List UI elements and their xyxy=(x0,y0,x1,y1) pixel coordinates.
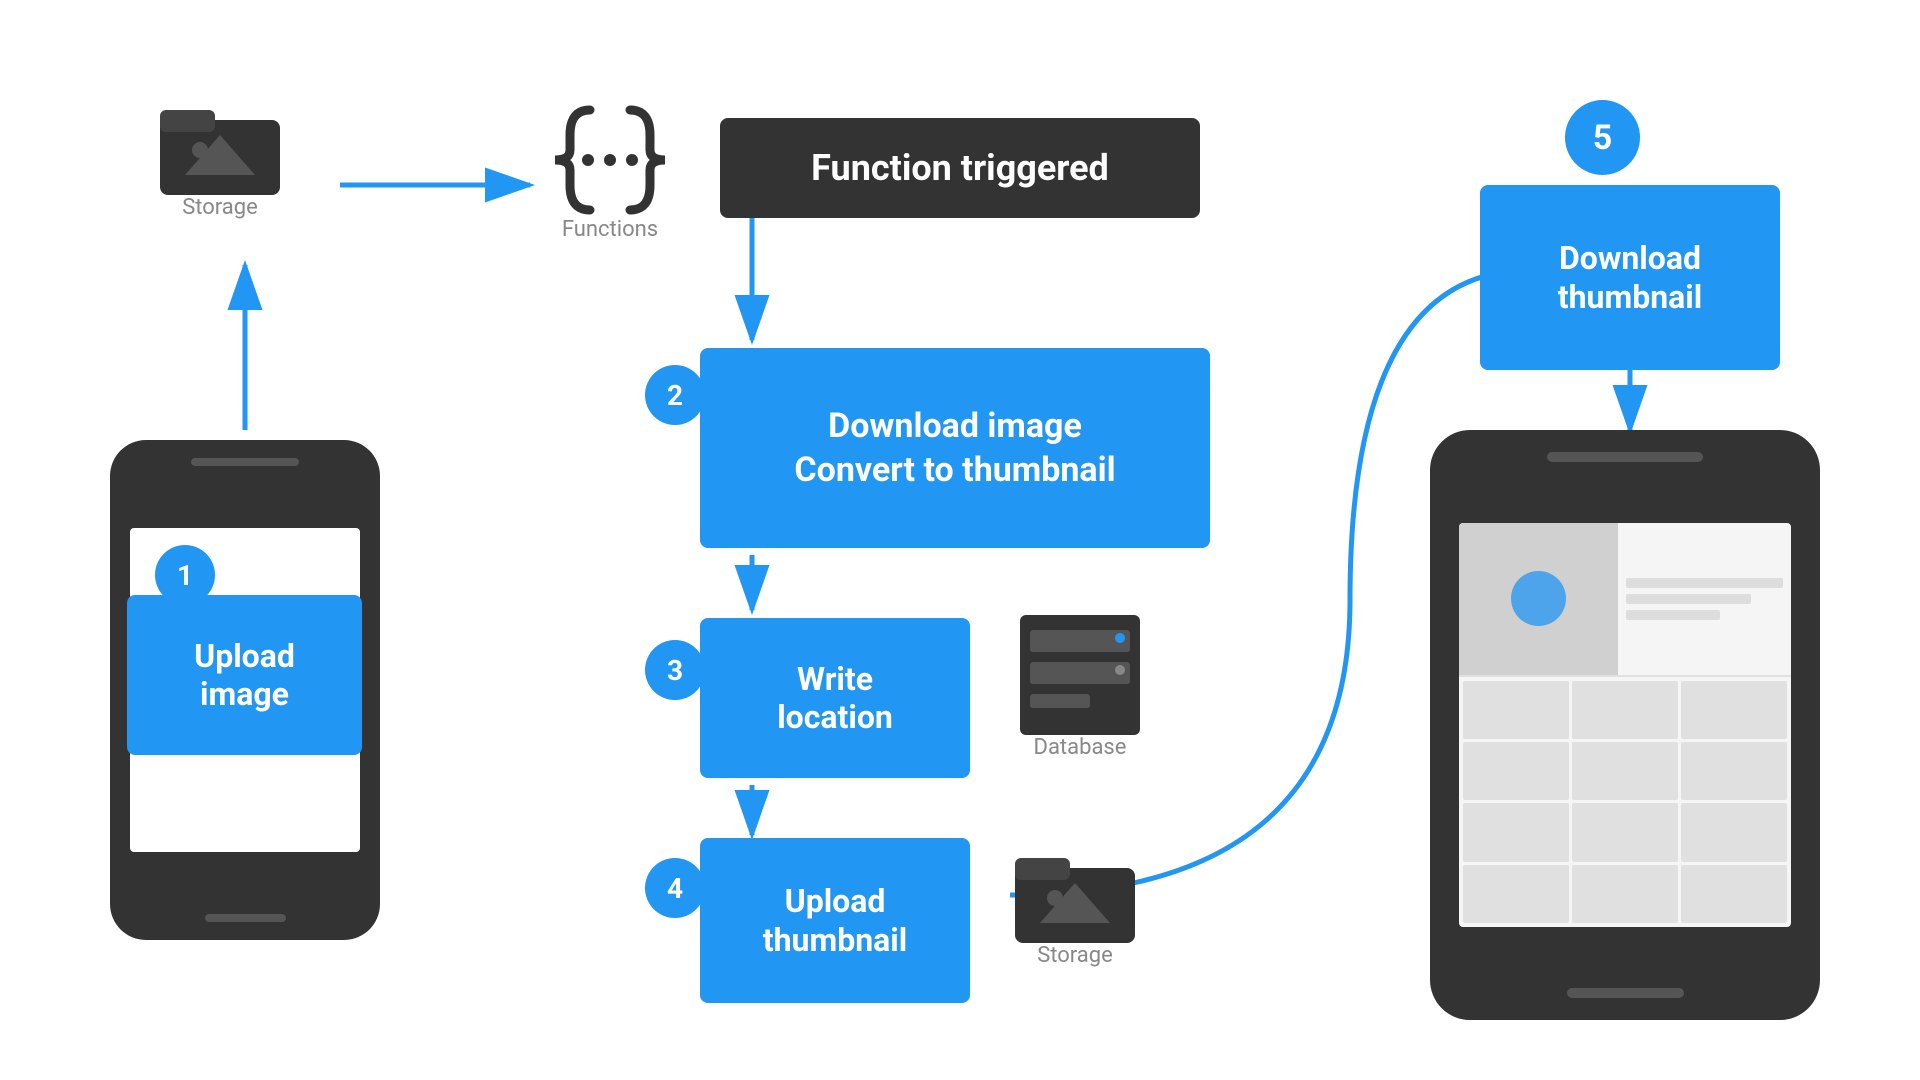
grid-cell xyxy=(1572,742,1678,800)
screen-top-row xyxy=(1459,523,1791,677)
grid-cell xyxy=(1463,681,1569,739)
circle-1: 1 xyxy=(155,545,215,605)
storage-label-bottom: Storage xyxy=(1037,943,1113,968)
text-line-1 xyxy=(1626,578,1782,588)
grid-row-3 xyxy=(1463,803,1787,861)
circle-5: 5 xyxy=(1565,100,1640,175)
grid-row-1 xyxy=(1463,681,1787,739)
storage-label-left: Storage xyxy=(182,195,258,220)
screen-circle xyxy=(1511,571,1566,626)
step2-box: Download image Convert to thumbnail xyxy=(700,348,1210,548)
grid-row-4 xyxy=(1463,865,1787,923)
grid-row-2 xyxy=(1463,742,1787,800)
right-phone-notch-top xyxy=(1547,452,1703,462)
grid-cell xyxy=(1572,865,1678,923)
storage-icon-left: Storage xyxy=(155,90,285,220)
text-line-2 xyxy=(1626,594,1751,604)
step1-box: Upload image xyxy=(127,595,362,755)
step5-box: Download thumbnail xyxy=(1480,185,1780,370)
phone-notch-top xyxy=(191,458,299,466)
function-triggered-box: Function triggered xyxy=(720,118,1200,218)
screen-text-area xyxy=(1618,523,1790,675)
step3-box: Write location xyxy=(700,618,970,778)
diagram: Upload image 1 Storage Functions xyxy=(0,0,1920,1080)
grid-cell xyxy=(1681,865,1787,923)
functions-label: Functions xyxy=(562,217,658,242)
grid-cell xyxy=(1463,742,1569,800)
grid-cell xyxy=(1572,803,1678,861)
circle-2: 2 xyxy=(645,365,705,425)
grid-cell xyxy=(1572,681,1678,739)
circle-3: 3 xyxy=(645,640,705,700)
grid-cell xyxy=(1681,803,1787,861)
text-line-3 xyxy=(1626,610,1720,620)
grid-cell xyxy=(1463,865,1569,923)
database-icon: Database xyxy=(1010,610,1150,760)
right-phone xyxy=(1430,430,1820,1020)
right-phone-screen xyxy=(1459,523,1791,927)
screen-image-area xyxy=(1459,523,1618,675)
grid-cell xyxy=(1463,803,1569,861)
functions-icon: Functions xyxy=(530,95,690,242)
right-phone-notch-bottom xyxy=(1567,988,1684,998)
screen-grid xyxy=(1459,677,1791,927)
storage-icon-bottom: Storage xyxy=(1010,838,1140,968)
circle-4: 4 xyxy=(645,858,705,918)
grid-cell xyxy=(1681,742,1787,800)
step4-box: Upload thumbnail xyxy=(700,838,970,1003)
phone-notch-bottom xyxy=(205,914,286,922)
database-label: Database xyxy=(1034,735,1127,760)
grid-cell xyxy=(1681,681,1787,739)
